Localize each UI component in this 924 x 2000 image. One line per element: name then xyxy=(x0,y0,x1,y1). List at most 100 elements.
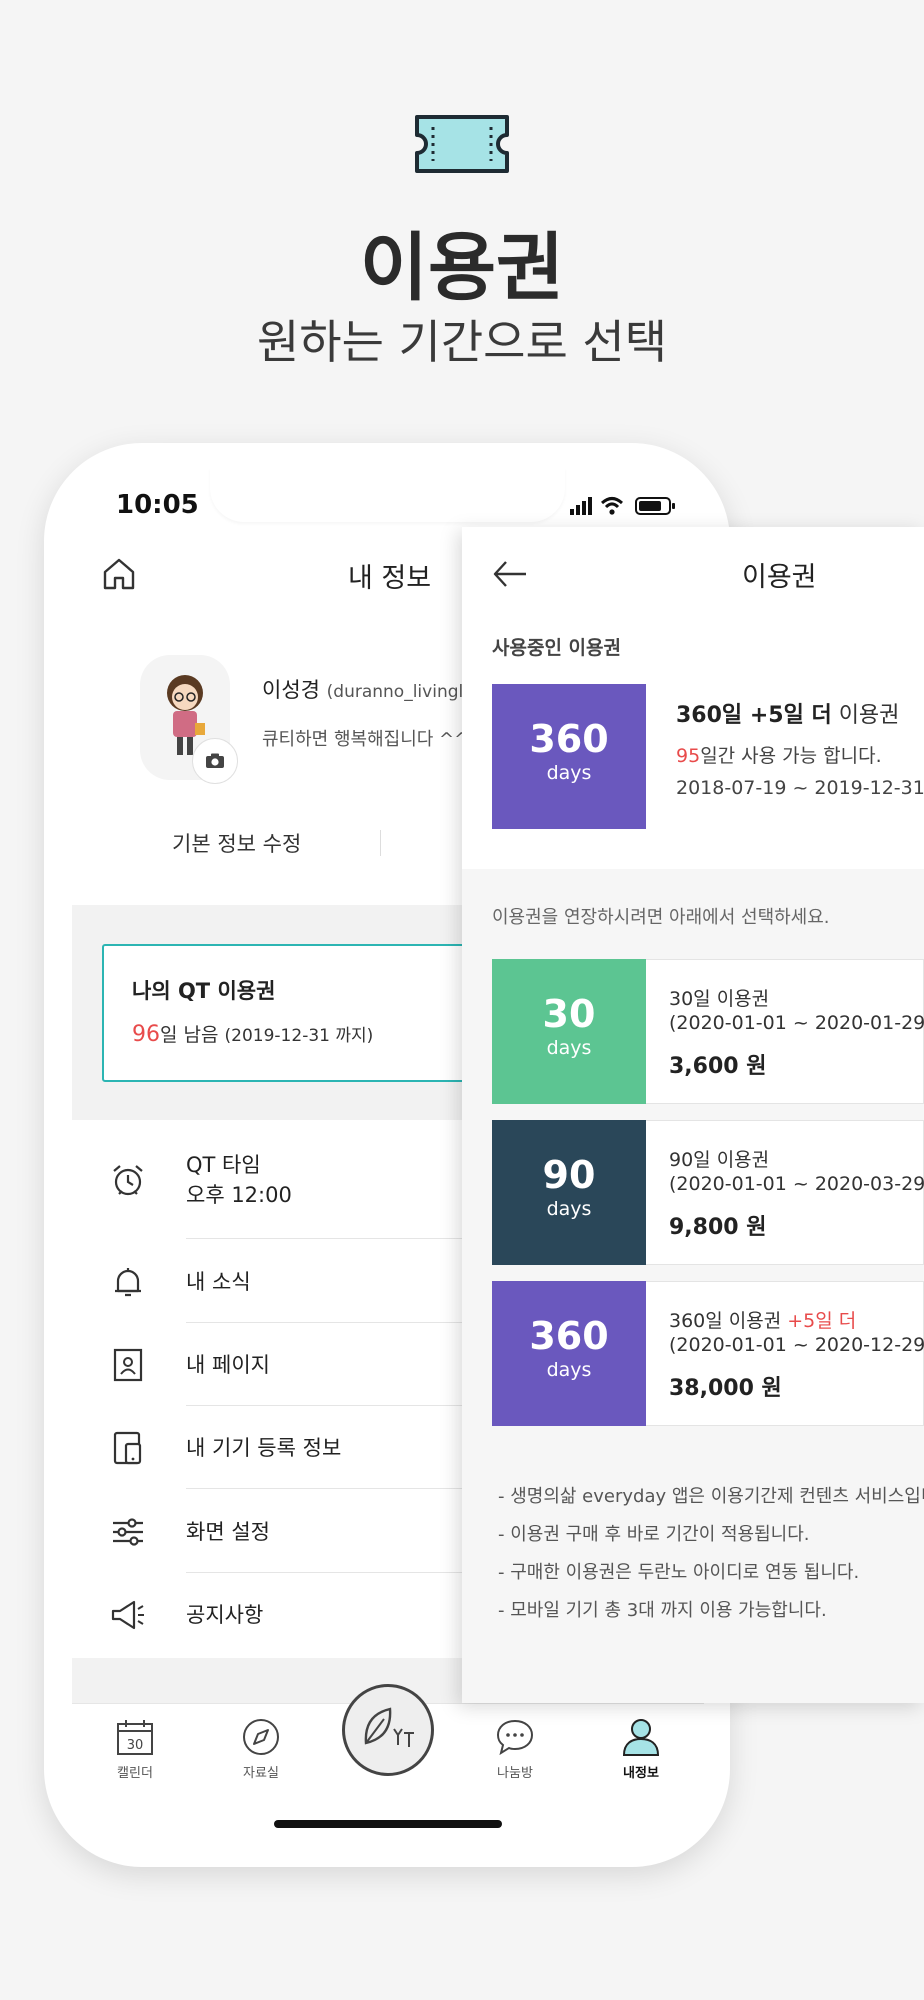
note-item: - 모바일 기기 총 3대 까지 이용 가능합니다. xyxy=(498,1600,827,1621)
offer-price: 9,800 원 xyxy=(669,1215,767,1240)
divider xyxy=(186,1488,466,1489)
menu-display-settings-label: 화면 설정 xyxy=(186,1519,270,1544)
offer-range: (2020-01-01 ~ 2020-01-29) xyxy=(669,1012,924,1034)
menu-my-page[interactable]: 내 페이지 xyxy=(110,1335,270,1395)
offer-price: 38,000 원 xyxy=(669,1376,782,1401)
tab-share[interactable]: 나눔방 xyxy=(470,1718,560,1781)
remaining-days: 96 xyxy=(132,1022,160,1047)
note-item: - 구매한 이용권은 두란노 아이디로 연동 됩니다. xyxy=(498,1562,860,1583)
current-avail-days: 95 xyxy=(676,745,701,767)
qt-pass-remaining: 96일 남음 (2019-12-31 까지) xyxy=(132,1020,373,1047)
menu-qt-time[interactable]: QT 타임 오후 12:00 xyxy=(110,1140,292,1220)
hero-subtitle: 원하는 기간으로 선택 xyxy=(256,315,668,369)
offer-name: 30일 이용권 xyxy=(669,988,770,1010)
current-pass-heading: 사용중인 이용권 xyxy=(492,637,621,659)
menu-notice-label: 공지사항 xyxy=(186,1602,264,1627)
menu-my-page-label: 내 페이지 xyxy=(186,1352,270,1377)
menu-display-settings[interactable]: 화면 설정 xyxy=(110,1502,270,1562)
qt-time-value: 오후 12:00 xyxy=(186,1183,292,1207)
offer-card-90[interactable]: 90 days 90일 이용권 (2020-01-01 ~ 2020-03-29… xyxy=(492,1120,924,1265)
current-pass-title-bold: 360일 +5일 더 xyxy=(676,703,832,728)
megaphone-icon xyxy=(111,1600,144,1630)
divider xyxy=(186,1238,466,1239)
qt-time-label: QT 타임 xyxy=(186,1152,261,1177)
home-icon[interactable] xyxy=(101,556,137,592)
pass-panel-header xyxy=(462,527,924,623)
profile-bio: 큐티하면 행복해집니다 ^^ xyxy=(262,729,470,750)
tab-library[interactable]: 자료실 xyxy=(216,1718,306,1781)
hero-title: 이용권 xyxy=(359,225,565,311)
divider xyxy=(186,1572,466,1573)
chat-bubble-icon xyxy=(496,1719,534,1756)
tab-my-info-label: 내정보 xyxy=(623,1766,659,1781)
menu-device-info-label: 내 기기 등록 정보 xyxy=(186,1435,342,1460)
qt-center-button[interactable] xyxy=(342,1684,434,1776)
current-pass-title: 360일 +5일 더 이용권 xyxy=(676,697,899,729)
current-days-number: 360 xyxy=(529,717,609,761)
back-arrow-icon[interactable] xyxy=(492,559,528,589)
status-icons xyxy=(570,497,675,515)
current-pass-availability: 95일간 사용 가능 합니다. xyxy=(676,741,882,768)
offer-card-30[interactable]: 30 days 30일 이용권 (2020-01-01 ~ 2020-01-29… xyxy=(492,959,924,1104)
offer-price: 3,600 원 xyxy=(669,1054,767,1079)
home-indicator xyxy=(274,1820,502,1828)
offer-name: 360일 이용권 +5일 더 xyxy=(669,1306,856,1333)
remaining-suffix: 일 남음 xyxy=(160,1024,219,1046)
divider xyxy=(380,830,381,856)
offer-days-number: 360 xyxy=(529,1314,609,1358)
phone-notch xyxy=(210,468,565,522)
pass-panel: 이용권 사용중인 이용권 360 days 360일 +5일 더 이용권 95일… xyxy=(462,527,924,1703)
current-pass-days-box: 360 days xyxy=(492,684,646,829)
tab-share-label: 나눔방 xyxy=(497,1766,533,1781)
bell-icon xyxy=(115,1268,141,1297)
qt-pass-title: 나의 QT 이용권 xyxy=(132,979,276,1003)
compass-icon xyxy=(243,1719,279,1755)
calendar-icon: 30 xyxy=(117,1720,153,1755)
offer-days-word: days xyxy=(546,1359,592,1381)
calendar-day: 30 xyxy=(127,1738,144,1753)
user-card-icon xyxy=(113,1348,143,1382)
tab-my-info[interactable]: 내정보 xyxy=(596,1718,686,1781)
offer-card-360[interactable]: 360 days 360일 이용권 +5일 더 (2020-01-01 ~ 20… xyxy=(492,1281,924,1426)
profile-name-text: 이성경 xyxy=(262,678,320,702)
current-avail-rest: 일간 사용 가능 합니다. xyxy=(700,745,882,767)
menu-device-info[interactable]: 내 기기 등록 정보 xyxy=(110,1418,341,1478)
leaf-logo-icon xyxy=(364,1707,414,1747)
offer-range: (2020-01-01 ~ 2020-03-29) xyxy=(669,1173,924,1195)
offer-name-text: 360일 이용권 xyxy=(669,1310,788,1332)
menu-notice[interactable]: 공지사항 xyxy=(110,1585,263,1645)
offer-days-number: 30 xyxy=(542,992,596,1036)
offer-days-box: 360 days xyxy=(492,1281,646,1426)
divider xyxy=(186,1405,466,1406)
ticket-icon xyxy=(415,115,509,173)
offer-range: (2020-01-01 ~ 2020-12-29) xyxy=(669,1334,924,1356)
alarm-clock-icon xyxy=(113,1165,143,1196)
edit-basic-info-button[interactable]: 기본 정보 수정 xyxy=(172,828,301,858)
device-icon xyxy=(113,1431,142,1465)
current-days-word: days xyxy=(546,762,592,784)
offer-days-word: days xyxy=(546,1198,592,1220)
qt-pass-card[interactable] xyxy=(102,944,472,1082)
camera-button[interactable] xyxy=(192,738,238,784)
menu-news[interactable]: 내 소식 xyxy=(110,1252,251,1312)
user-icon xyxy=(622,1719,660,1756)
note-item: - 생명의삶 everyday 앱은 이용기간제 컨텐츠 서비스입니 xyxy=(498,1486,924,1507)
offer-days-word: days xyxy=(546,1037,592,1059)
current-pass-period: 2018-07-19 ~ 2019-12-31 xyxy=(676,777,924,799)
offer-bonus: +5일 더 xyxy=(787,1310,857,1332)
divider xyxy=(186,1322,466,1323)
camera-icon xyxy=(206,753,224,768)
tab-calendar-label: 캘린더 xyxy=(117,1766,153,1781)
offer-days-box: 30 days xyxy=(492,959,646,1104)
note-item: - 이용권 구매 후 바로 기간이 적용됩니다. xyxy=(498,1524,810,1545)
status-time: 10:05 xyxy=(116,490,199,520)
sliders-icon xyxy=(113,1518,143,1546)
remaining-until: (2019-12-31 까지) xyxy=(224,1026,374,1046)
tab-library-label: 자료실 xyxy=(243,1766,279,1781)
renew-hint: 이용권을 연장하시려면 아래에서 선택하세요. xyxy=(492,907,830,928)
current-pass-title-rest: 이용권 xyxy=(831,703,900,728)
page-title: 내 정보 xyxy=(348,563,432,594)
offer-name: 90일 이용권 xyxy=(669,1149,770,1171)
tab-calendar[interactable]: 30 캘린더 xyxy=(90,1718,180,1781)
offer-days-box: 90 days xyxy=(492,1120,646,1265)
